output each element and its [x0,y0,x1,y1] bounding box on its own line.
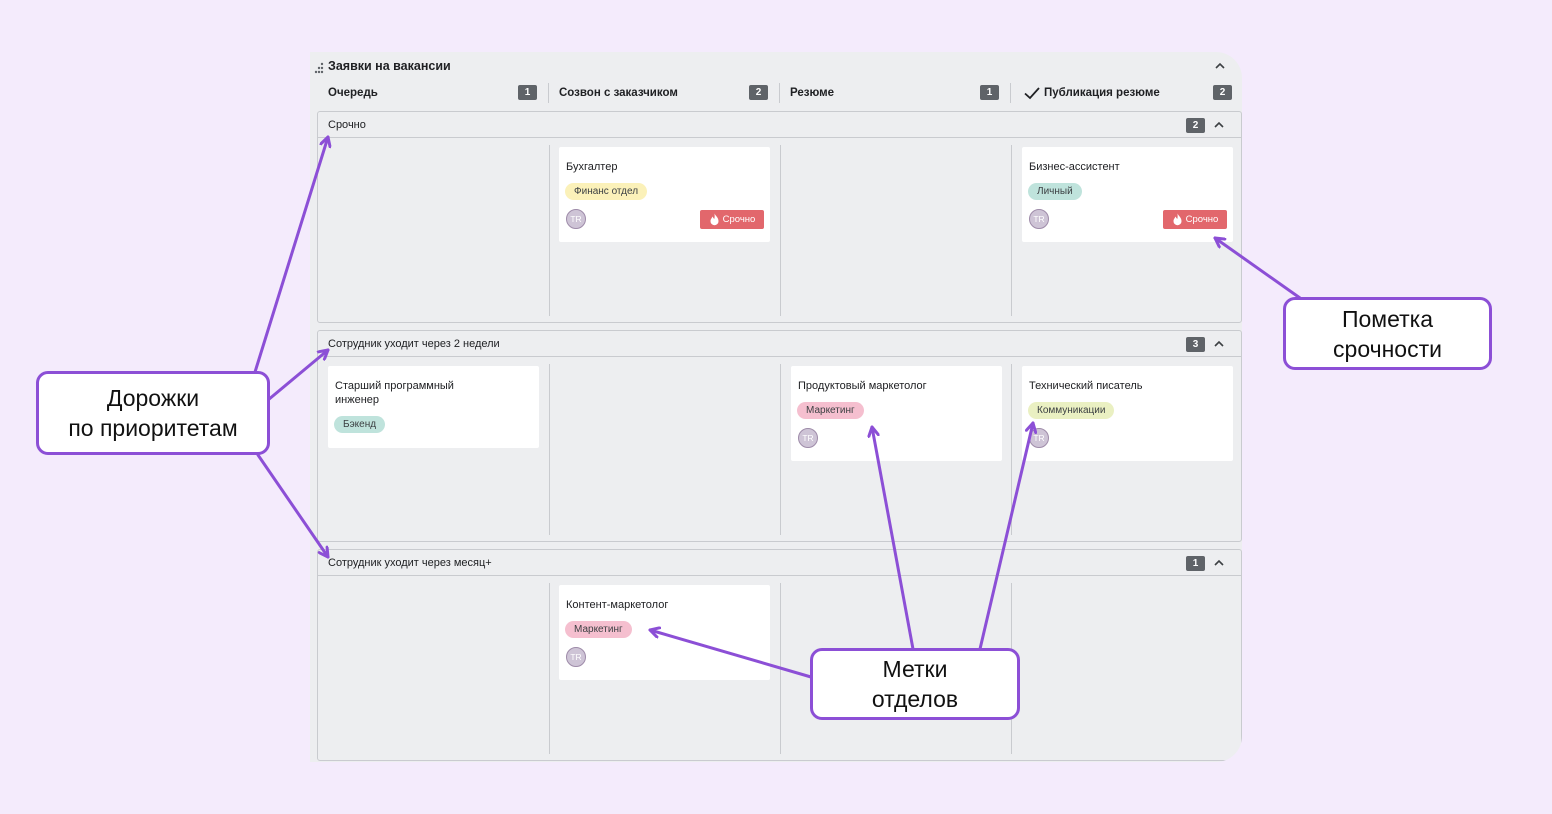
department-tag[interactable]: Маркетинг [797,402,864,419]
urgent-badge: Срочно [1163,210,1227,229]
column-divider [1010,83,1011,103]
column-count-badge: 1 [980,85,999,100]
column-divider [549,364,550,535]
swimlane-count-badge: 2 [1186,118,1205,133]
callout-line: Пометка [1341,305,1434,332]
swimlane-title: Сотрудник уходит через 2 недели [328,338,500,350]
board-title: Заявки на вакансии [328,59,451,73]
column-count-badge: 1 [518,85,537,100]
fire-icon [1173,213,1182,226]
department-tag[interactable]: Финанс отдел [565,183,648,200]
callout-urgency: Пометка срочности [1283,297,1492,370]
column-label: Очередь [328,87,378,99]
swimlane-body: Старший программный инженер Бэкенд Проду… [318,358,1241,541]
column-divider [549,145,550,316]
column-label: Публикация резюме [1044,87,1160,99]
urgent-badge: Срочно [700,210,764,229]
column-divider [1011,145,1012,316]
department-tag[interactable]: Коммуникации [1028,402,1115,419]
fire-icon [710,213,719,226]
callout-line: отделов [871,686,959,712]
swimlane-count-badge: 3 [1186,337,1205,352]
card-title: Бизнес-ассистент [1029,161,1120,173]
swimlane-count-badge: 1 [1186,556,1205,571]
swimlane-title: Сотрудник уходит через месяц+ [328,557,492,569]
kanban-board: Заявки на вакансии Очередь 1 Созвон с за… [310,52,1242,762]
callout-departments: Метки отделов [810,648,1020,720]
column-divider [779,83,780,103]
column-count-badge: 2 [749,85,768,100]
callout-lanes: Дорожки по приоритетам [36,371,270,455]
vacancy-card[interactable]: Старший программный инженер Бэкенд [328,366,539,448]
callout-line: по приоритетам [68,415,238,441]
department-tag[interactable]: Личный [1028,183,1082,200]
column-headers: Очередь 1 Созвон с заказчиком 2 Резюме 1… [310,80,1242,106]
swimlane-header[interactable]: Срочно 2 [318,112,1241,138]
swimlane-body: Контент-маркетолог Маркетинг TR [318,577,1241,760]
column-divider [549,583,550,754]
department-tag[interactable]: Бэкенд [334,416,386,433]
drag-handle-icon[interactable] [314,62,324,74]
column-divider [780,364,781,535]
swimlane-title: Срочно [328,119,366,131]
card-title: Технический писатель [1029,380,1143,392]
column-divider [1011,364,1012,535]
department-tag[interactable]: Маркетинг [565,621,632,638]
column-header-resume[interactable]: Резюме 1 [790,80,1000,106]
avatar[interactable]: TR [566,209,586,229]
column-header-call[interactable]: Созвон с заказчиком 2 [559,80,769,106]
swimlane-month: Сотрудник уходит через месяц+ 1 Контент-… [317,549,1242,761]
column-label: Резюме [790,87,835,99]
urgent-label: Срочно [722,214,756,225]
swimlane-body: Бухгалтер Финанс отдел TR Срочно Бизнес-… [318,139,1241,322]
check-icon [1024,87,1040,100]
vacancy-card[interactable]: Бухгалтер Финанс отдел TR Срочно [559,147,770,242]
card-title: Бухгалтер [566,161,618,173]
callout-line: срочности [1333,335,1442,362]
column-divider [780,583,781,754]
vacancy-card[interactable]: Контент-маркетолог Маркетинг TR [559,585,770,680]
avatar[interactable]: TR [798,428,818,448]
swimlane-two-weeks: Сотрудник уходит через 2 недели 3 Старши… [317,330,1242,542]
column-header-publication[interactable]: Публикация резюме 2 [1023,80,1233,106]
column-header-queue[interactable]: Очередь 1 [328,80,538,106]
card-title: Контент-маркетолог [566,599,669,611]
column-divider [780,145,781,316]
urgent-label: Срочно [1185,214,1219,225]
chevron-up-icon[interactable] [1211,117,1227,133]
column-divider [548,83,549,103]
chevron-up-icon[interactable] [1212,58,1228,74]
swimlane-header[interactable]: Сотрудник уходит через месяц+ 1 [318,550,1241,576]
avatar[interactable]: TR [1029,209,1049,229]
board-header: Заявки на вакансии [310,52,1242,80]
chevron-up-icon[interactable] [1211,555,1227,571]
chevron-up-icon[interactable] [1211,336,1227,352]
card-title: Продуктовый маркетолог [798,380,927,392]
avatar[interactable]: TR [1029,428,1049,448]
card-title: Старший программный инженер [335,380,454,406]
vacancy-card[interactable]: Технический писатель Коммуникации TR [1022,366,1233,461]
callout-line: Метки [882,656,948,682]
column-label: Созвон с заказчиком [559,87,678,99]
avatar[interactable]: TR [566,647,586,667]
vacancy-card[interactable]: Бизнес-ассистент Личный TR Срочно [1022,147,1233,242]
callout-line: Дорожки [106,385,200,411]
column-count-badge: 2 [1213,85,1232,100]
vacancy-card[interactable]: Продуктовый маркетолог Маркетинг TR [791,366,1002,461]
swimlane-urgent: Срочно 2 Бухгалтер Финанс отдел TR Срочн… [317,111,1242,323]
swimlane-header[interactable]: Сотрудник уходит через 2 недели 3 [318,331,1241,357]
